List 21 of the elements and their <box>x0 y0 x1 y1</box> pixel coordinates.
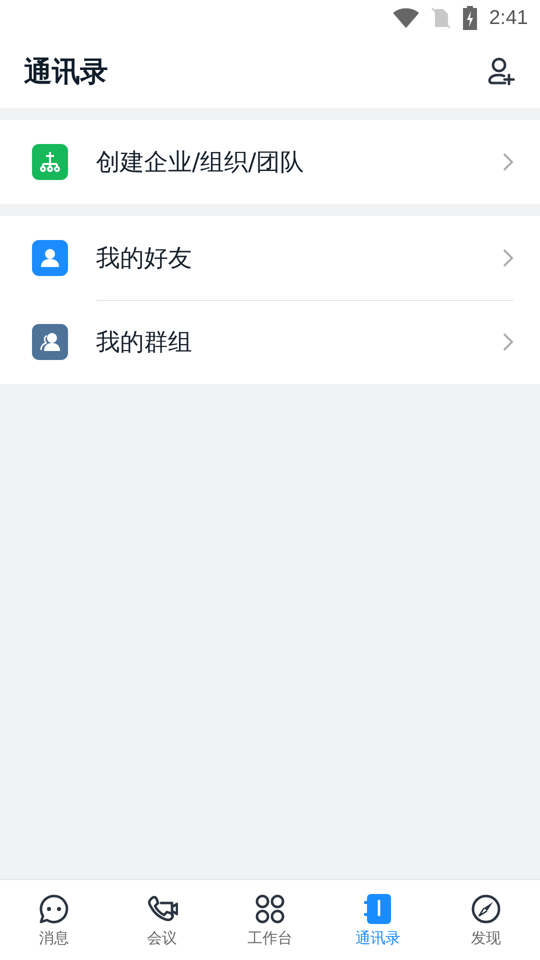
four-petals-icon <box>254 892 286 924</box>
no-sim-icon <box>431 7 452 29</box>
chevron-icon <box>502 332 514 352</box>
nav-tab[interactable]: 发现 <box>432 880 540 960</box>
nav-tab[interactable]: 工作台 <box>216 880 324 960</box>
battery-icon <box>463 6 478 30</box>
list-item-label[interactable]: 我的群组 <box>96 326 192 358</box>
chevron-icon <box>502 152 514 172</box>
wifi-icon <box>393 8 420 28</box>
list-item-label[interactable]: 创建企业/组织/团队 <box>96 146 304 178</box>
status-time: 2:41 <box>489 6 528 30</box>
notebook-icon <box>362 892 394 924</box>
page-title: 通讯录 <box>24 54 108 90</box>
nav-tab[interactable]: 消息 <box>0 880 108 960</box>
chat-bubble-icon <box>38 892 70 924</box>
compass-icon <box>470 892 502 924</box>
nav-tab[interactable]: 会议 <box>108 880 216 960</box>
nav-tab[interactable]: 通讯录 <box>324 880 432 960</box>
list-item-label[interactable]: 我的好友 <box>96 242 192 274</box>
add-person-icon[interactable] <box>486 57 516 87</box>
chevron-icon <box>502 248 514 268</box>
